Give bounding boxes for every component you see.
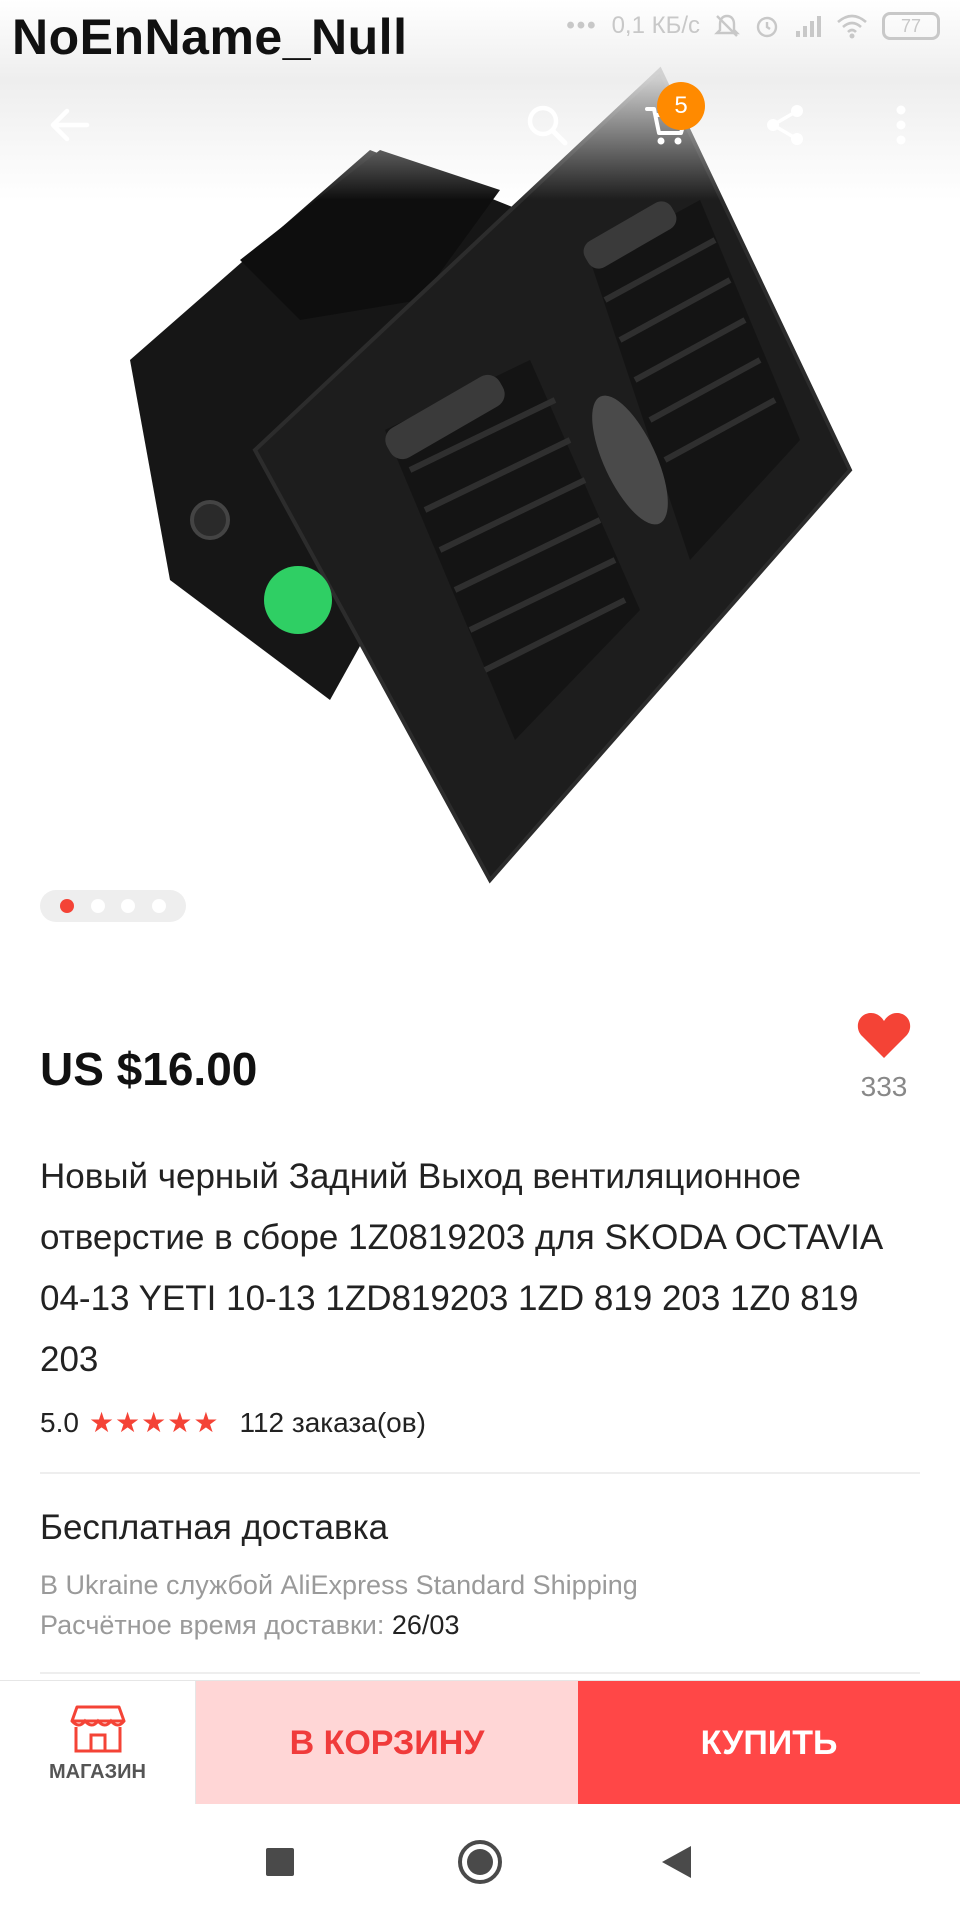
- product-title: Новый черный Задний Выход вентиляционное…: [40, 1157, 882, 1379]
- shipping-method: В Ukraine службой AliExpress Standard Sh…: [40, 1570, 638, 1600]
- pager-dot[interactable]: [151, 899, 166, 913]
- watermark-text: NoEnName_Null: [12, 9, 408, 65]
- recents-button[interactable]: [250, 1832, 310, 1892]
- alarm-icon: [756, 16, 778, 38]
- divider: [40, 1472, 920, 1474]
- rating-value: 5.0: [40, 1406, 79, 1438]
- cart-count-badge: 5: [657, 82, 705, 130]
- more-options-button[interactable]: [866, 90, 936, 160]
- status-icons: ••• 0,1 КБ/с 77: [566, 12, 940, 40]
- square-icon: [266, 1848, 294, 1876]
- store-button[interactable]: МАГАЗИН: [0, 1681, 196, 1805]
- image-pager[interactable]: [40, 890, 186, 922]
- top-toolbar: 5: [0, 82, 960, 160]
- bell-off-icon: [714, 14, 740, 37]
- orders-count: 112 заказа(ов): [239, 1406, 426, 1438]
- shipping-eta-value: 26/03: [391, 1610, 460, 1640]
- heart-icon: [857, 1012, 911, 1058]
- battery-indicator: 77: [882, 12, 940, 40]
- pager-dot[interactable]: [90, 899, 105, 913]
- more-notifications-icon: •••: [566, 12, 598, 39]
- wishlist-count: 333: [860, 1071, 908, 1102]
- back-arrow-icon: [50, 108, 90, 142]
- wishlist-button[interactable]: 333: [844, 1010, 924, 1103]
- divider: [40, 1672, 920, 1674]
- back-nav-button[interactable]: [646, 1832, 706, 1892]
- shipping-title[interactable]: Бесплатная доставка: [40, 1508, 388, 1548]
- network-speed: 0,1 КБ/с: [611, 12, 700, 39]
- search-button[interactable]: [512, 90, 582, 160]
- back-button[interactable]: [34, 90, 104, 160]
- product-price: US $16.00: [40, 1043, 258, 1095]
- more-vert-icon: [896, 105, 906, 145]
- search-icon: [527, 105, 568, 146]
- rating-stars: ★★★★★: [88, 1407, 220, 1438]
- pager-dot[interactable]: [121, 899, 136, 913]
- home-button[interactable]: [450, 1832, 510, 1892]
- signal-icon: [796, 16, 821, 37]
- pager-dot-active[interactable]: [60, 899, 75, 913]
- wifi-icon: [837, 14, 867, 39]
- bottom-action-bar: МАГАЗИН В КОРЗИНУ КУПИТЬ: [0, 1680, 960, 1805]
- share-icon: [767, 105, 803, 145]
- buy-now-button[interactable]: КУПИТЬ: [578, 1681, 960, 1805]
- status-bar: NoEnName_Null ••• 0,1 КБ/с 77: [0, 0, 960, 65]
- shipping-eta-label: Расчётное время доставки:: [40, 1610, 385, 1640]
- rating-row[interactable]: 5.0 ★★★★★ 112 заказа(ов): [40, 1406, 426, 1439]
- system-nav-bar: [0, 1804, 960, 1920]
- add-to-cart-button[interactable]: В КОРЗИНУ: [196, 1681, 578, 1805]
- shipping-eta: Расчётное время доставки: 26/03: [40, 1610, 459, 1641]
- store-label: МАГАЗИН: [49, 1760, 146, 1783]
- triangle-back-icon: [662, 1846, 691, 1878]
- share-button[interactable]: [750, 90, 820, 160]
- store-icon: [70, 1705, 125, 1752]
- home-circle-icon: [458, 1840, 502, 1884]
